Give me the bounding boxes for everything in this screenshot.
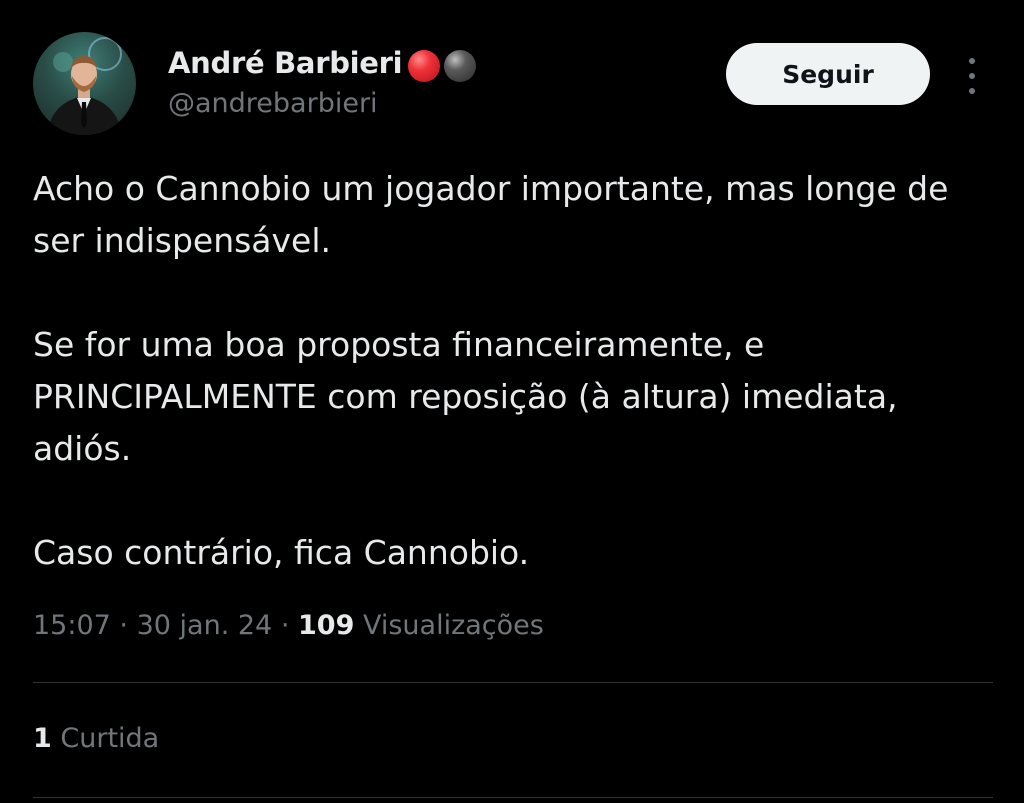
author-badges <box>408 50 476 84</box>
follow-button[interactable]: Seguir <box>726 43 930 105</box>
likes-summary[interactable]: 1 Curtida <box>33 723 159 754</box>
author-handle[interactable]: @andrebarbieri <box>168 88 378 119</box>
views-label: Visualizações <box>362 610 544 641</box>
more-dot <box>969 73 975 79</box>
divider <box>33 797 993 798</box>
tweet: André Barbieri @andrebarbieri Seguir Ach… <box>0 0 1024 803</box>
more-dot <box>969 58 975 64</box>
avatar[interactable] <box>33 32 136 135</box>
avatar-image <box>47 37 122 135</box>
meta-separator: · <box>280 610 290 641</box>
more-dot <box>969 88 975 94</box>
likes-label: Curtida <box>60 723 160 754</box>
tweet-meta: 15:07 · 30 jan. 24 · 109 Visualizações <box>33 610 544 641</box>
views-count: 109 <box>298 610 355 641</box>
meta-separator: · <box>119 610 128 641</box>
tweet-text: Acho o Cannobio um jogador importante, m… <box>33 163 993 579</box>
tweet-paragraph: Se for uma boa proposta financeiramente,… <box>33 325 898 468</box>
black-circle-icon <box>444 50 476 82</box>
tweet-paragraph: Acho o Cannobio um jogador importante, m… <box>33 169 949 260</box>
more-vertical-icon[interactable] <box>960 56 984 96</box>
divider <box>33 682 993 683</box>
likes-count: 1 <box>33 723 52 754</box>
tweet-time[interactable]: 15:07 <box>33 610 111 641</box>
red-circle-icon <box>408 50 440 82</box>
author-name[interactable]: André Barbieri <box>168 46 403 80</box>
tweet-date[interactable]: 30 jan. 24 <box>137 610 273 641</box>
tweet-paragraph: Caso contrário, fica Cannobio. <box>33 533 530 572</box>
